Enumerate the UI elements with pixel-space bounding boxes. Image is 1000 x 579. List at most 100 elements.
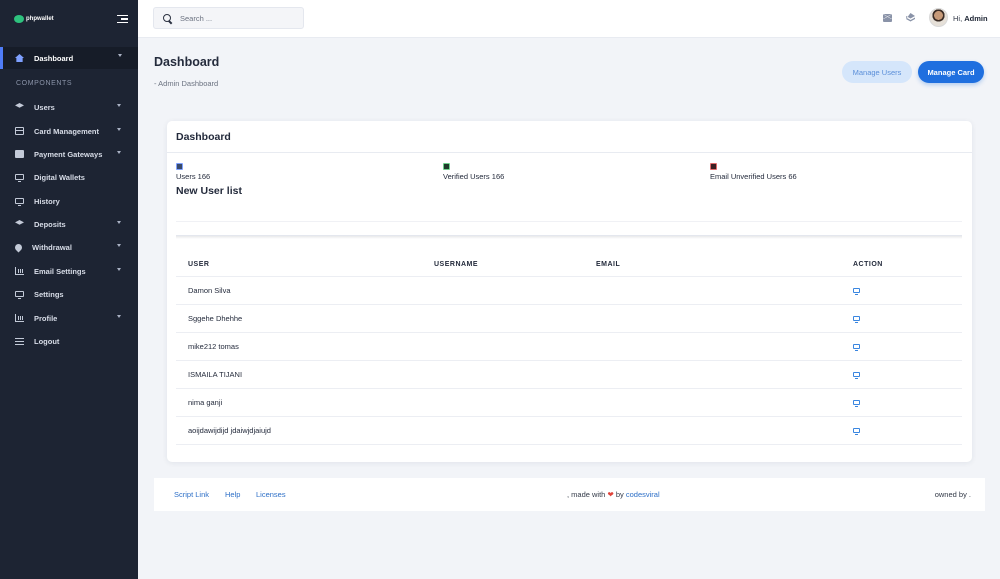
user-cell: aoijdawijdijd jdaiwjdjaiujd <box>176 416 422 445</box>
view-user-icon[interactable] <box>853 287 860 295</box>
heart-icon: ❤ <box>607 490 614 499</box>
stat-unverified-text: Email Unverified Users 66 <box>710 172 797 181</box>
stat-verified-text: Verified Users 166 <box>443 172 505 181</box>
email-cell <box>584 416 841 445</box>
page-title: Dashboard <box>154 55 220 69</box>
column-header-user: USER <box>176 253 422 277</box>
footer-link-help[interactable]: Help <box>225 490 240 499</box>
table-row: Sggehe Dhehhe <box>176 304 962 333</box>
stat-users-text: Users 166 <box>176 172 211 181</box>
sidebar-toggle-icon[interactable] <box>117 14 128 24</box>
view-user-icon[interactable] <box>853 343 860 351</box>
unverified-stat-icon <box>710 163 717 170</box>
table-row: mike212 tomas <box>176 332 962 361</box>
sidebar-item-dashboard[interactable]: Dashboard <box>0 47 138 69</box>
dashboard-card: Dashboard Users 166 Verified Users 166 E… <box>167 121 972 462</box>
sidebar-item-label: Users <box>34 102 55 112</box>
bar-chart-icon <box>15 314 24 322</box>
sidebar-item-payment-gateways[interactable]: Payment Gateways <box>0 144 138 164</box>
email-cell <box>584 388 841 417</box>
brand-logo[interactable]: phpwallet <box>14 15 54 23</box>
email-cell <box>584 360 841 389</box>
sidebar-item-withdrawal[interactable]: Withdrawal <box>0 237 138 257</box>
search-icon[interactable] <box>163 13 172 23</box>
action-cell <box>841 304 962 333</box>
username-cell <box>422 416 584 445</box>
manage-users-button[interactable]: Manage Users <box>842 61 912 83</box>
chevron-down-icon <box>117 315 121 318</box>
sidebar-item-logout[interactable]: Logout <box>0 331 138 351</box>
table-row: aoijdawijdijd jdaiwjdjaiujd <box>176 416 962 445</box>
sidebar-item-label: Payment Gateways <box>34 149 103 159</box>
verified-stat-icon <box>443 163 450 170</box>
divider <box>176 235 962 239</box>
sidebar-item-history[interactable]: History <box>0 191 138 211</box>
table-header-row: USER USERNAME EMAIL ACTION <box>176 253 962 277</box>
email-cell <box>584 276 841 305</box>
username-cell <box>422 304 584 333</box>
sidebar-item-deposits[interactable]: Deposits <box>0 214 138 234</box>
view-user-icon[interactable] <box>853 371 860 379</box>
user-cell: nima ganji <box>176 388 422 417</box>
new-user-list-title: New User list <box>176 185 242 197</box>
view-user-icon[interactable] <box>853 315 860 323</box>
sidebar-item-users[interactable]: Users <box>0 97 138 117</box>
username-cell <box>422 388 584 417</box>
brand-name: phpwallet <box>26 16 54 22</box>
chevron-down-icon <box>117 244 121 247</box>
sidebar-item-card-management[interactable]: Card Management <box>0 121 138 141</box>
table-row: ISMAILA TIJANI <box>176 360 962 389</box>
stat-users: Users 166 <box>176 163 210 181</box>
sidebar-item-digital-wallets[interactable]: Digital Wallets <box>0 167 138 187</box>
author-link[interactable]: codesviral <box>626 490 660 499</box>
menu-icon <box>15 337 24 345</box>
sidebar-item-profile[interactable]: Profile <box>0 308 138 328</box>
sidebar-section-label: COMPONENTS <box>16 80 73 87</box>
chevron-down-icon <box>117 151 121 154</box>
sidebar-item-label: Email Settings <box>34 266 86 276</box>
chevron-down-icon <box>118 54 122 57</box>
sidebar-item-label: Withdrawal <box>32 242 72 252</box>
action-cell <box>841 360 962 389</box>
layers-icon <box>15 220 24 225</box>
made-with-text: , made with <box>567 490 606 499</box>
view-user-icon[interactable] <box>853 399 860 407</box>
user-cell: Damon Silva <box>176 276 422 305</box>
search-box[interactable] <box>153 7 304 29</box>
column-header-username: USERNAME <box>422 253 584 277</box>
username-cell <box>422 276 584 305</box>
footer-link-script[interactable]: Script Link <box>174 490 209 499</box>
sidebar-item-label: Digital Wallets <box>34 172 85 182</box>
user-cell: mike212 tomas <box>176 332 422 361</box>
sidebar-item-label: Profile <box>34 313 58 323</box>
table-row: nima ganji <box>176 388 962 417</box>
email-cell <box>584 304 841 333</box>
divider <box>176 221 962 222</box>
chevron-down-icon <box>117 221 121 224</box>
footer-link-licenses[interactable]: Licenses <box>256 490 286 499</box>
username-cell <box>422 332 584 361</box>
users-stat-icon <box>176 163 183 170</box>
mail-icon[interactable] <box>883 14 892 22</box>
chevron-down-icon <box>117 104 121 107</box>
sidebar-item-settings[interactable]: Settings <box>0 284 138 304</box>
breadcrumb: - Admin Dashboard <box>154 79 219 88</box>
topbar: Hi, Admin <box>138 0 1000 38</box>
layers-icon[interactable] <box>906 13 915 22</box>
sidebar-item-email-settings[interactable]: Email Settings <box>0 261 138 281</box>
bar-chart-icon <box>15 267 24 275</box>
user-cell: Sggehe Dhehhe <box>176 304 422 333</box>
manage-card-button[interactable]: Manage Card <box>918 61 984 83</box>
wallet-logo-icon <box>14 15 24 23</box>
sidebar-item-label: Settings <box>34 289 64 299</box>
view-user-icon[interactable] <box>853 427 860 435</box>
sidebar-item-label: Deposits <box>34 219 66 229</box>
brand: phpwallet <box>0 0 138 38</box>
chevron-down-icon <box>117 128 121 131</box>
user-greeting[interactable]: Hi, Admin <box>953 14 988 23</box>
search-input[interactable] <box>180 13 290 23</box>
footer: Script Link Help Licenses , made with ❤ … <box>154 478 985 511</box>
avatar[interactable] <box>929 8 948 27</box>
monitor-icon <box>15 291 24 299</box>
users-table: USER USERNAME EMAIL ACTION Damon Silva S… <box>176 253 962 445</box>
